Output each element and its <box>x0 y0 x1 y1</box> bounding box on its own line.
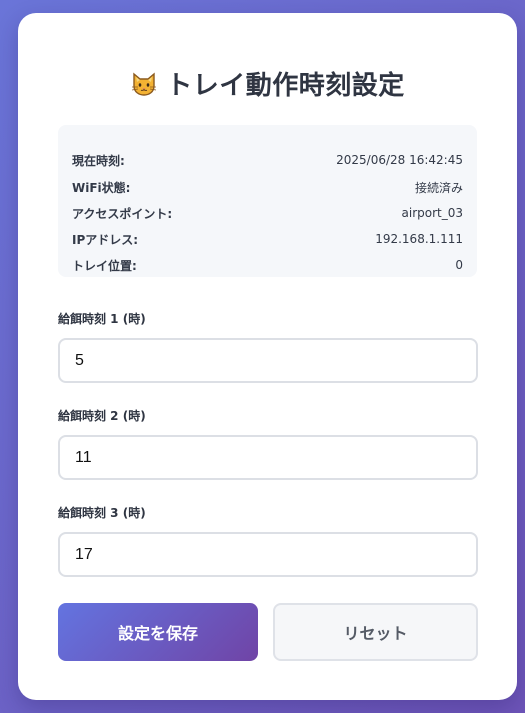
status-row-access-point: アクセスポイント: airport_03 <box>72 202 463 224</box>
status-row-wifi: WiFi状態: 接続済み <box>72 176 463 198</box>
feeding-time-1-field: 給餌時刻 1 (時) <box>58 310 478 383</box>
feeding-time-3-label: 給餌時刻 3 (時) <box>58 506 146 520</box>
cat-face-icon <box>132 72 157 96</box>
page-title: トレイ動作時刻設定 <box>166 71 405 101</box>
feeding-time-2-label: 給餌時刻 2 (時) <box>58 409 146 423</box>
title-row: トレイ動作時刻設定 <box>18 65 517 102</box>
status-row-tray-position: トレイ位置: 0 <box>72 254 463 276</box>
status-value: 2025/06/28 16:42:45 <box>336 153 463 167</box>
status-panel: 現在時刻: 2025/06/28 16:42:45 WiFi状態: 接続済み ア… <box>58 125 477 277</box>
feeding-time-2-field: 給餌時刻 2 (時) <box>58 407 478 480</box>
feeding-time-1-input[interactable] <box>58 338 478 383</box>
status-value: airport_03 <box>401 206 464 220</box>
reset-button[interactable]: リセット <box>273 603 478 661</box>
status-row-ip-address: IPアドレス: 192.168.1.111 <box>72 228 463 250</box>
feeding-time-3-input[interactable] <box>58 532 478 577</box>
status-label: WiFi状態: <box>72 180 131 195</box>
status-label: 現在時刻: <box>72 153 125 168</box>
button-row: 設定を保存 リセット <box>58 603 478 661</box>
feeding-time-1-label: 給餌時刻 1 (時) <box>58 312 146 326</box>
status-value: 0 <box>455 258 463 272</box>
feeding-time-3-field: 給餌時刻 3 (時) <box>58 504 478 577</box>
status-row-current-time: 現在時刻: 2025/06/28 16:42:45 <box>72 149 463 171</box>
save-settings-button[interactable]: 設定を保存 <box>58 603 258 661</box>
status-label: トレイ位置: <box>72 258 137 273</box>
settings-card: トレイ動作時刻設定 現在時刻: 2025/06/28 16:42:45 WiFi… <box>18 13 517 700</box>
status-label: IPアドレス: <box>72 232 139 247</box>
status-value: 192.168.1.111 <box>375 232 463 246</box>
status-label: アクセスポイント: <box>72 206 173 221</box>
status-value: 接続済み <box>414 180 463 195</box>
feeding-time-2-input[interactable] <box>58 435 478 480</box>
